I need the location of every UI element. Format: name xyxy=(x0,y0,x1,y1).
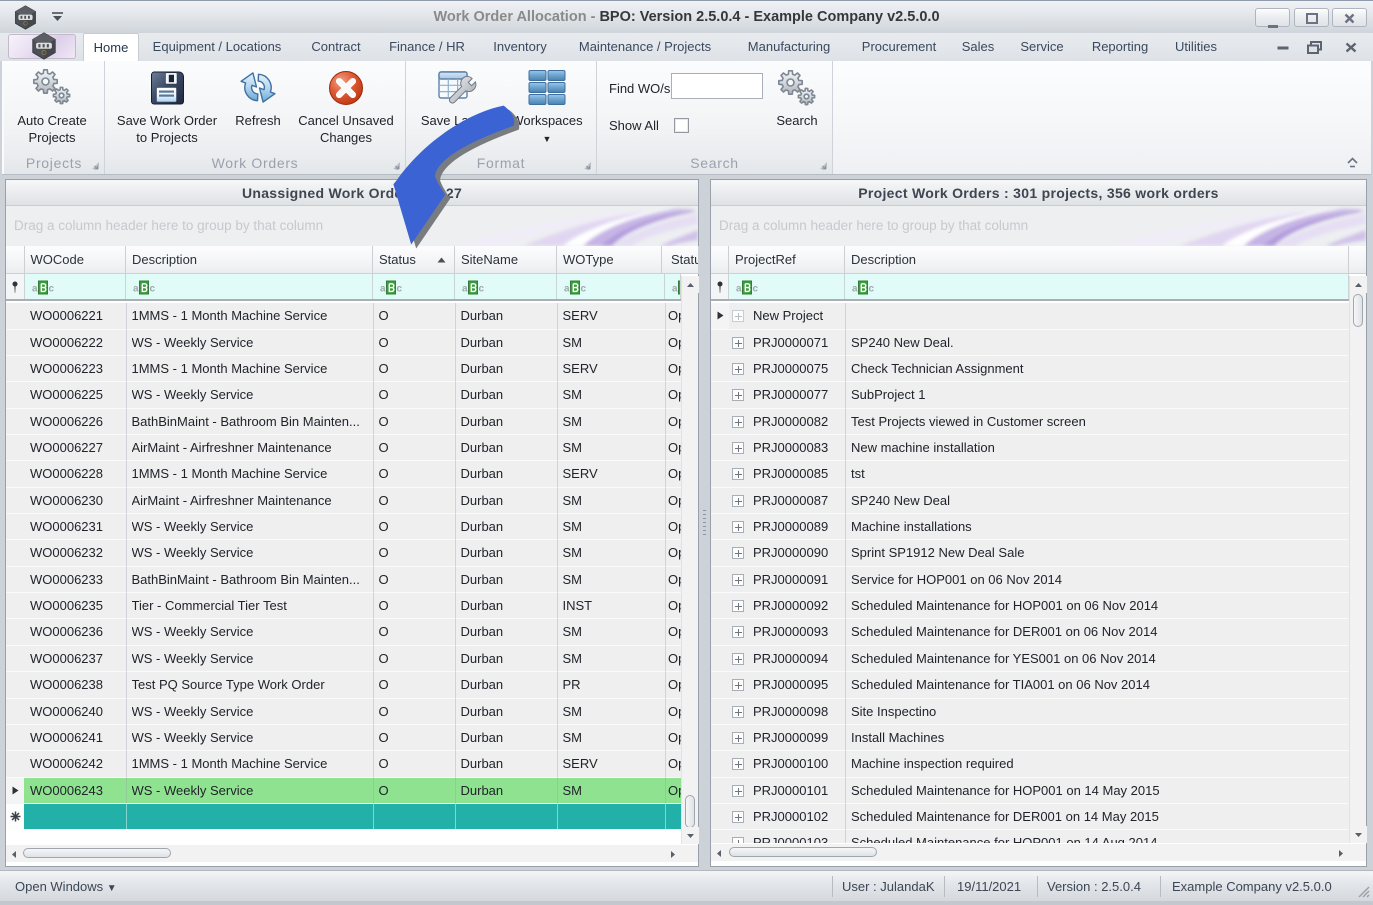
svg-text:c: c xyxy=(753,284,759,295)
svg-text:c: c xyxy=(581,284,587,295)
svg-text:a: a xyxy=(852,284,858,295)
svg-text:a: a xyxy=(462,284,468,295)
svg-text:c: c xyxy=(48,284,54,295)
svg-text:a: a xyxy=(380,284,386,295)
svg-text:a: a xyxy=(133,284,139,295)
svg-text:a: a xyxy=(564,284,570,295)
svg-text:a: a xyxy=(672,284,678,295)
svg-text:c: c xyxy=(479,284,485,295)
svg-text:c: c xyxy=(869,284,875,295)
svg-text:c: c xyxy=(397,284,403,295)
svg-text:a: a xyxy=(736,284,742,295)
svg-text:c: c xyxy=(150,284,156,295)
svg-text:a: a xyxy=(32,284,38,295)
